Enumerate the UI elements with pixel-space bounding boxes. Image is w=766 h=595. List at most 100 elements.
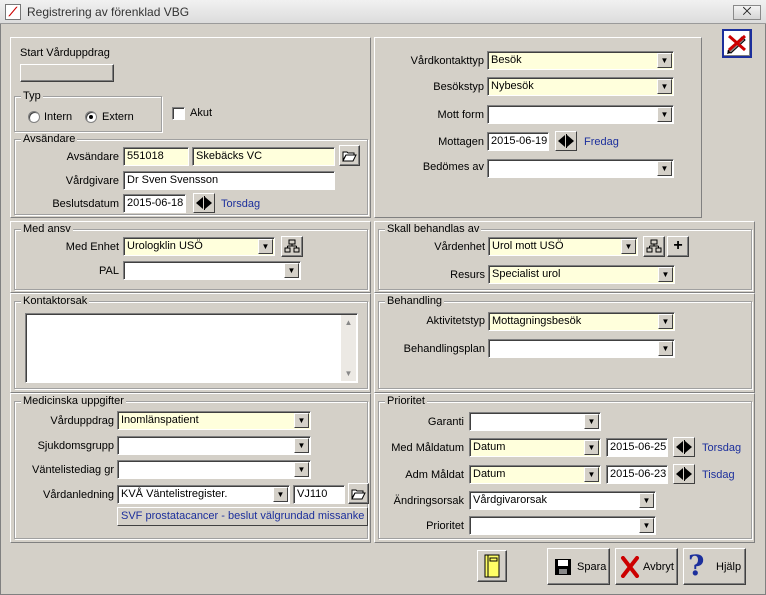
prioritet-group: Prioritet Garanti ▼ Med Måldatum Datum ▼ …: [378, 395, 752, 539]
extern-radio[interactable]: [85, 111, 97, 123]
prioritet-dropdown[interactable]: ▼: [469, 516, 656, 535]
behandlingsplan-dropdown[interactable]: ▼: [488, 339, 675, 358]
chevron-down-icon[interactable]: ▼: [258, 239, 273, 254]
chevron-down-icon[interactable]: ▼: [657, 161, 672, 176]
med-ansv-legend: Med ansv: [21, 223, 73, 236]
app-icon: ⟋: [5, 4, 21, 20]
avbryt-label: Avbryt: [643, 561, 674, 573]
chevron-down-icon[interactable]: ▼: [284, 263, 299, 278]
journal-button[interactable]: [477, 550, 507, 582]
vardenhet-tree-button[interactable]: [643, 236, 665, 257]
adm-maldat-weekday: Tisdag: [702, 469, 735, 481]
pal-dropdown[interactable]: ▼: [123, 261, 301, 280]
mottagen-field[interactable]: 2015-06-19: [487, 132, 549, 151]
arrow-right-icon: [685, 468, 692, 480]
chevron-down-icon[interactable]: ▼: [294, 462, 309, 477]
kontaktorsak-textarea[interactable]: ▲ ▼: [25, 313, 358, 383]
med-maldatum-field[interactable]: 2015-06-25: [606, 438, 668, 457]
vardenhet-dropdown[interactable]: Urol mott USÖ ▼: [488, 237, 638, 256]
scroll-up-icon[interactable]: ▲: [341, 315, 356, 330]
garanti-dropdown[interactable]: ▼: [469, 412, 601, 431]
chevron-down-icon[interactable]: ▼: [657, 107, 672, 122]
adm-maldat-date-nav[interactable]: [673, 464, 695, 484]
akut-checkbox[interactable]: [172, 107, 185, 120]
arrow-left-icon: [196, 197, 203, 209]
hjalp-button[interactable]: ? Hjälp: [683, 548, 746, 585]
beslutsdatum-field[interactable]: 2015-06-18: [123, 194, 186, 213]
spara-button[interactable]: Spara: [547, 548, 610, 585]
chevron-down-icon[interactable]: ▼: [584, 414, 599, 429]
vardanledning-dropdown[interactable]: KVÅ Väntelistregister. ▼: [117, 485, 290, 504]
start-label: Start Vårduppdrag: [20, 47, 110, 59]
chevron-down-icon[interactable]: ▼: [657, 53, 672, 68]
arrow-left-icon: [676, 441, 683, 453]
vardanledning-browse-button[interactable]: [348, 483, 369, 504]
typ-legend: Typ: [21, 90, 43, 103]
vardanledning-label: Vårdanledning: [43, 489, 114, 501]
chevron-down-icon[interactable]: ▼: [658, 267, 673, 282]
andringsorsak-dropdown[interactable]: Vårdgivarorsak ▼: [469, 491, 656, 510]
close-button[interactable]: ⨉: [733, 5, 761, 20]
vardenhet-add-button[interactable]: +: [667, 236, 689, 257]
vardgivare-label: Vårdgivare: [65, 175, 119, 187]
varduppdrag-label: Vårduppdrag: [50, 415, 114, 427]
adm-maldat-type-value: Datum: [473, 468, 506, 480]
intern-radio[interactable]: [28, 111, 40, 123]
chevron-down-icon[interactable]: ▼: [294, 438, 309, 453]
akut-label: Akut: [190, 107, 213, 119]
sjukdomsgrupp-dropdown[interactable]: ▼: [117, 436, 311, 455]
arrow-right-icon: [205, 197, 212, 209]
varduppdrag-dropdown[interactable]: Inomlänspatient ▼: [117, 411, 311, 430]
chevron-down-icon[interactable]: ▼: [658, 341, 673, 356]
adm-maldat-field[interactable]: 2015-06-23: [606, 465, 668, 484]
beslutsdatum-label: Beslutsdatum: [52, 198, 119, 210]
med-maldatum-type-dropdown[interactable]: Datum ▼: [469, 438, 601, 457]
beslutsdatum-date-nav[interactable]: [193, 193, 215, 213]
aktivitetstyp-dropdown[interactable]: Mottagningsbesök ▼: [488, 312, 675, 331]
start-varduppdrag-button[interactable]: [20, 64, 114, 82]
avbryt-button[interactable]: Avbryt: [615, 548, 678, 585]
avsandare-name-field[interactable]: Skebäcks VC: [192, 147, 335, 166]
chevron-down-icon[interactable]: ▼: [657, 79, 672, 94]
vardanledning-code-field[interactable]: VJ110: [293, 485, 345, 504]
avsandare-browse-button[interactable]: [339, 145, 360, 166]
mottagen-date-nav[interactable]: [555, 131, 577, 151]
red-x-icon: [621, 556, 639, 578]
med-maldatum-type-value: Datum: [473, 441, 506, 453]
resurs-dropdown[interactable]: Specialist urol ▼: [488, 265, 675, 284]
vantelistediag-dropdown[interactable]: ▼: [117, 460, 311, 479]
chevron-down-icon[interactable]: ▼: [294, 413, 309, 428]
edit-pen-button[interactable]: [722, 29, 752, 58]
chevron-down-icon[interactable]: ▼: [584, 440, 599, 455]
arrow-right-icon: [567, 135, 574, 147]
vardgivare-field[interactable]: Dr Sven Svensson: [123, 171, 335, 190]
diagnosis-link-button[interactable]: SVF prostatacancer - beslut välgrundad m…: [117, 507, 368, 526]
adm-maldat-label: Adm Måldat: [405, 469, 464, 481]
medicinska-legend: Medicinska uppgifter: [21, 395, 126, 408]
chevron-down-icon[interactable]: ▼: [584, 467, 599, 482]
kontaktorsak-scrollbar[interactable]: ▲ ▼: [341, 315, 356, 381]
med-maldatum-date-nav[interactable]: [673, 437, 695, 457]
adm-maldat-type-dropdown[interactable]: Datum ▼: [469, 465, 601, 484]
bedomes-dropdown[interactable]: ▼: [487, 159, 674, 178]
left-top-panel: Start Vårduppdrag Typ Intern Extern Akut…: [10, 37, 371, 218]
scroll-down-icon[interactable]: ▼: [341, 366, 356, 381]
besokstyp-label: Besökstyp: [433, 81, 484, 93]
beslutsdatum-weekday: Torsdag: [221, 198, 261, 210]
chevron-down-icon[interactable]: ▼: [621, 239, 636, 254]
chevron-down-icon[interactable]: ▼: [639, 493, 654, 508]
chevron-down-icon[interactable]: ▼: [639, 518, 654, 533]
sjukdomsgrupp-label: Sjukdomsgrupp: [37, 440, 114, 452]
chevron-down-icon[interactable]: ▼: [273, 487, 288, 502]
avsandare-code-field[interactable]: 551018: [123, 147, 189, 166]
prioritet-legend: Prioritet: [385, 395, 427, 408]
chevron-down-icon[interactable]: ▼: [658, 314, 673, 329]
med-enhet-tree-button[interactable]: [281, 236, 303, 257]
vardkontakttyp-dropdown[interactable]: Besök ▼: [487, 51, 674, 70]
vardkontakttyp-label: Vårdkontakttyp: [410, 55, 484, 67]
arrow-left-icon: [676, 468, 683, 480]
med-enhet-dropdown[interactable]: Urologklin USÖ ▼: [123, 237, 275, 256]
extern-label: Extern: [102, 111, 134, 123]
mott-form-dropdown[interactable]: ▼: [487, 105, 674, 124]
besokstyp-dropdown[interactable]: Nybesök ▼: [487, 77, 674, 96]
